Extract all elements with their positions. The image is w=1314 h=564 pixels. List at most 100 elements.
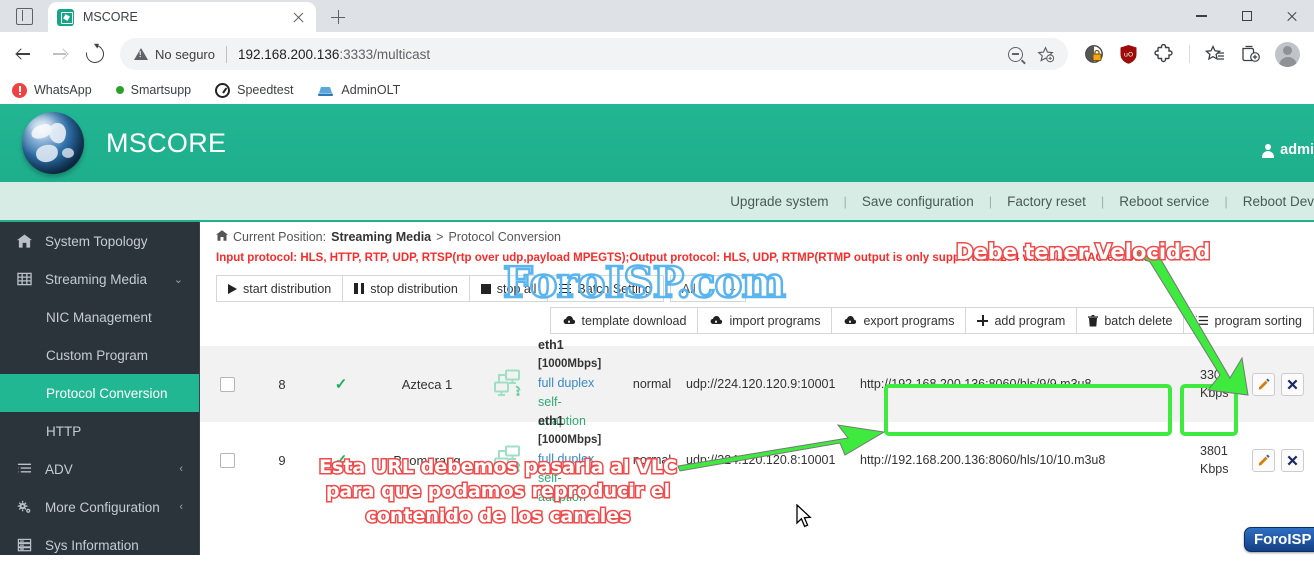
app-title: MSCORE (106, 127, 227, 158)
sidebar: System Topology Streaming Media ⌄ NIC Ma… (0, 222, 200, 555)
reload-icon (82, 41, 108, 67)
favorites-list-icon[interactable] (1204, 44, 1225, 64)
breadcrumb: Current Position: Streaming Media > Prot… (200, 222, 1314, 248)
filter-select[interactable]: All ⌄ (669, 275, 746, 302)
address-bar[interactable]: No seguro 192.168.200.136:3333/multicast (120, 38, 1068, 70)
divider (225, 45, 227, 63)
speedtest-icon (215, 82, 231, 98)
current-user[interactable]: admi (1261, 142, 1314, 158)
server-icon (17, 538, 32, 552)
cloud-upload-icon (709, 315, 723, 326)
stop-all-button[interactable]: stop all (468, 275, 549, 302)
sidebar-item-label: NIC Management (46, 309, 152, 325)
sidebar-item-protocol-conversion[interactable]: Protocol Conversion (0, 374, 199, 412)
breadcrumb-current: Protocol Conversion (448, 230, 562, 244)
breadcrumb-prefix: Current Position: (233, 230, 327, 244)
export-programs-button[interactable]: export programs (831, 307, 967, 334)
sidebar-item-nic-management[interactable]: NIC Management (0, 298, 199, 336)
plus-icon (977, 315, 989, 326)
zoom-out-icon[interactable] (1008, 46, 1023, 62)
row-select-cell[interactable] (200, 376, 254, 392)
add-program-button[interactable]: add program (965, 307, 1078, 334)
url-text: 192.168.200.136:3333/multicast (237, 46, 431, 62)
batch-delete-button[interactable]: batch delete (1076, 307, 1185, 334)
row-input-url: udp://224.120.120.9:10001 (686, 377, 836, 391)
ublock-origin-icon[interactable]: uO (1119, 44, 1139, 64)
button-label: stop all (496, 281, 537, 296)
nav-reboot-service[interactable]: Reboot service (1119, 194, 1209, 209)
sidebar-item-more-configuration[interactable]: More Configuration ‹ (0, 488, 199, 526)
whatsapp-icon (12, 82, 27, 98)
sidebar-item-custom-program[interactable]: Custom Program (0, 336, 199, 374)
row-checkbox[interactable] (219, 452, 235, 468)
adminolt-icon (317, 84, 334, 97)
bookmark-speedtest[interactable]: Speedtest (213, 82, 305, 98)
maximize-icon[interactable] (1224, 0, 1269, 32)
import-programs-button[interactable]: import programs (697, 307, 833, 334)
button-label: template download (581, 313, 687, 328)
table-row[interactable]: 8 ✓ Azteca 1 eth1 [1000Mbps] full duplex… (200, 338, 1314, 428)
bookmark-whatsapp[interactable]: WhatsApp (10, 82, 104, 98)
button-label: batch delete (1104, 313, 1173, 328)
nav-save-configuration[interactable]: Save configuration (862, 194, 974, 209)
app-header: MSCORE admi (0, 104, 1314, 182)
username: admi (1280, 142, 1314, 158)
edit-pencil-icon[interactable] (1252, 372, 1275, 396)
home-icon (17, 234, 32, 248)
collections-icon[interactable] (1240, 44, 1260, 64)
row-adaption: self- (538, 470, 562, 485)
add-bookmark-icon[interactable] (1037, 45, 1054, 63)
film-icon (17, 272, 32, 286)
row-select-cell[interactable] (200, 452, 254, 468)
pause-icon (354, 283, 365, 294)
play-icon (228, 283, 237, 294)
forward-button[interactable] (42, 37, 76, 71)
table-row[interactable]: 9 ✓ Boomerang eth1 [1000Mbps] full duple… (200, 414, 1314, 504)
window-close-icon[interactable] (1269, 0, 1314, 32)
template-download-button[interactable]: template download (549, 307, 699, 334)
tab-search-button[interactable] (0, 0, 48, 32)
sidebar-item-system-topology[interactable]: System Topology (0, 222, 199, 260)
foroisp-badge[interactable]: ForoISP (1244, 527, 1314, 552)
program-sorting-button[interactable]: program sorting (1183, 307, 1314, 334)
mscore-favicon (57, 8, 74, 26)
app-top-nav: Upgrade system | Save configuration | Fa… (0, 182, 1314, 222)
shield-lock-icon[interactable] (1084, 44, 1104, 64)
batch-setting-button[interactable]: Batch Setting (547, 275, 664, 302)
button-label: program sorting (1214, 313, 1302, 328)
row-checkbox[interactable] (219, 376, 235, 392)
new-tab-icon[interactable] (323, 2, 353, 32)
delete-x-icon[interactable] (1281, 448, 1304, 472)
sidebar-item-adv[interactable]: ADV ‹ (0, 450, 199, 488)
button-label: Batch Setting (577, 281, 652, 296)
sidebar-item-sys-information[interactable]: Sys Information (0, 526, 199, 564)
stop-distribution-button[interactable]: stop distribution (342, 275, 470, 302)
profile-avatar-icon[interactable] (1275, 41, 1300, 67)
puzzle-extension-icon[interactable] (1154, 43, 1174, 64)
row-speed: [1000Mbps] (538, 433, 602, 446)
back-button[interactable] (6, 37, 40, 71)
cloud-export-icon (843, 315, 857, 326)
row-interface-cell: eth1 [1000Mbps] full duplex self- adapti… (538, 412, 620, 507)
bookmark-adminolt[interactable]: AdminOLT (315, 83, 412, 97)
sidebar-item-http[interactable]: HTTP (0, 412, 199, 450)
bookmark-smartsupp[interactable]: Smartsupp (114, 83, 203, 97)
browser-tab[interactable]: MSCORE (48, 2, 316, 32)
bookmark-label: Smartsupp (130, 83, 192, 97)
edit-pencil-icon[interactable] (1252, 448, 1275, 472)
breadcrumb-parent[interactable]: Streaming Media (331, 230, 431, 244)
delete-x-icon[interactable] (1281, 372, 1304, 396)
sidebar-item-streaming-media[interactable]: Streaming Media ⌄ (0, 260, 199, 298)
nav-reboot-device[interactable]: Reboot Dev (1243, 194, 1314, 209)
reload-button[interactable] (78, 37, 112, 71)
home-icon (216, 230, 228, 244)
start-distribution-button[interactable]: start distribution (216, 275, 344, 302)
nav-factory-reset[interactable]: Factory reset (1007, 194, 1086, 209)
smartsupp-icon (115, 86, 124, 94)
stop-icon (480, 283, 491, 294)
chevron-down-icon: ⌄ (727, 283, 739, 293)
nav-upgrade-system[interactable]: Upgrade system (730, 194, 828, 209)
close-icon[interactable] (290, 9, 307, 26)
minimize-icon[interactable] (1179, 0, 1224, 32)
filter-select-value: All (681, 281, 696, 296)
